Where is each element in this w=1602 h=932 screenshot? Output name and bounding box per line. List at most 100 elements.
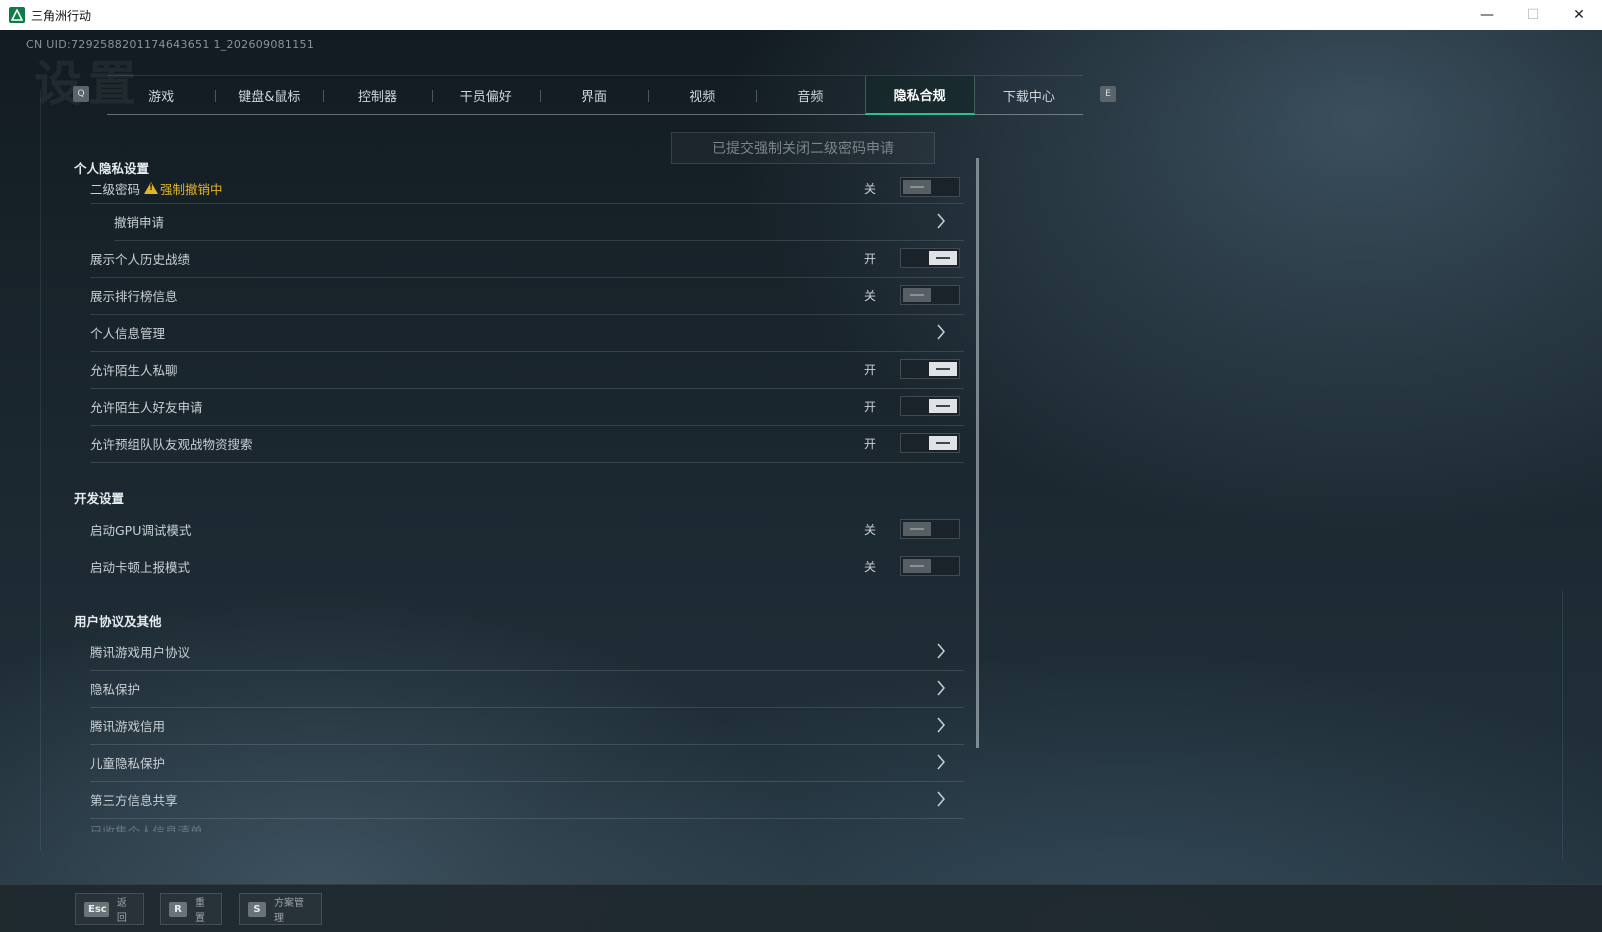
maximize-button[interactable]: ☐ xyxy=(1510,0,1556,30)
bottom-bar: Esc 返回 R 重置 S 方案管理 xyxy=(0,884,1602,932)
tab-label: 音频 xyxy=(797,89,824,105)
tab-operator-preferences[interactable]: 干员偏好 xyxy=(431,76,540,114)
tab-next-key[interactable]: E xyxy=(1100,86,1116,102)
revoking-warning: 强制撤销中 xyxy=(144,179,223,198)
tab-privacy-compliance[interactable]: 隐私合规 xyxy=(864,76,975,115)
team-search-label: 允许预组队队友观战物资搜索 xyxy=(90,437,253,452)
row-user-agreement[interactable]: 腾讯游戏用户协议 xyxy=(90,633,964,671)
row-secondary-password[interactable]: 二级密码 强制撤销中 关 xyxy=(90,173,964,204)
tab-label: 隐私合规 xyxy=(893,89,946,104)
scheme-management-label: 方案管理 xyxy=(274,898,304,924)
row-game-credit[interactable]: 腾讯游戏信用 xyxy=(90,707,964,745)
decorative-line xyxy=(1562,590,1563,860)
row-show-history[interactable]: 展示个人历史战绩 开 xyxy=(90,240,964,278)
window-title: 三角洲行动 xyxy=(31,8,92,23)
revoke-request-label: 撤销申请 xyxy=(114,215,165,230)
back-button[interactable]: Esc 返回 xyxy=(75,893,144,925)
stutter-report-label: 启动卡顿上报模式 xyxy=(90,560,191,575)
tab-game[interactable]: 游戏 xyxy=(107,76,215,114)
agreement-label: 已收集个人信息清单 xyxy=(90,824,203,832)
chevron-right-icon xyxy=(937,717,945,733)
row-gpu-debug[interactable]: 启动GPU调试模式 关 xyxy=(90,511,964,548)
chevron-right-icon xyxy=(937,754,945,770)
toggle-state-label: 开 xyxy=(863,363,876,377)
gpu-debug-toggle[interactable] xyxy=(900,519,960,539)
row-show-ranking[interactable]: 展示排行榜信息 关 xyxy=(90,277,964,315)
row-third-party-sharing[interactable]: 第三方信息共享 xyxy=(90,781,964,819)
reset-button[interactable]: R 重置 xyxy=(160,893,222,925)
agreement-label: 腾讯游戏信用 xyxy=(90,719,166,734)
tab-video[interactable]: 视频 xyxy=(648,76,756,114)
section-title-agreements: 用户协议及其他 xyxy=(74,614,162,629)
tab-label: 界面 xyxy=(580,89,607,105)
show-ranking-label: 展示排行榜信息 xyxy=(90,289,178,304)
tab-label: 下载中心 xyxy=(1002,89,1055,105)
stranger-friend-toggle[interactable] xyxy=(900,396,960,416)
warning-text: 强制撤销中 xyxy=(160,181,223,197)
tab-controller[interactable]: 控制器 xyxy=(323,76,431,114)
r-key-icon: R xyxy=(169,901,187,917)
stranger-friend-label: 允许陌生人好友申请 xyxy=(90,400,203,415)
gpu-debug-label: 启动GPU调试模式 xyxy=(90,523,192,538)
stranger-chat-toggle[interactable] xyxy=(900,359,960,379)
row-personal-info[interactable]: 个人信息管理 xyxy=(90,314,964,352)
toggle-state-label: 开 xyxy=(863,437,876,451)
toggle-state-label: 关 xyxy=(863,560,876,574)
show-ranking-toggle[interactable] xyxy=(900,285,960,305)
tab-download-center[interactable]: 下载中心 xyxy=(975,76,1083,114)
agreement-label: 隐私保护 xyxy=(90,682,141,697)
section-title-dev: 开发设置 xyxy=(74,491,125,506)
chevron-right-icon xyxy=(937,324,945,340)
show-history-toggle[interactable] xyxy=(900,248,960,268)
toggle-state-label: 关 xyxy=(863,289,876,303)
back-label: 返回 xyxy=(116,898,127,924)
row-revoke-request[interactable]: 撤销申请 xyxy=(114,203,964,241)
tab-prev-key[interactable]: Q xyxy=(73,86,89,102)
stranger-chat-label: 允许陌生人私聊 xyxy=(90,363,178,378)
stutter-report-toggle[interactable] xyxy=(900,556,960,576)
chevron-right-icon xyxy=(937,213,945,229)
row-team-search[interactable]: 允许预组队队友观战物资搜索 开 xyxy=(90,425,964,463)
row-stranger-friend[interactable]: 允许陌生人好友申请 开 xyxy=(90,388,964,426)
tab-label: 干员偏好 xyxy=(459,89,512,105)
minimize-button[interactable]: — xyxy=(1464,0,1510,30)
title-bar: 三角洲行动 — ☐ ✕ xyxy=(0,0,1602,31)
chevron-right-icon xyxy=(937,791,945,807)
tab-keyboard-mouse[interactable]: 键盘&鼠标 xyxy=(215,76,323,114)
team-search-toggle[interactable] xyxy=(900,433,960,453)
toggle-state-label: 开 xyxy=(863,252,876,266)
secondary-password-label: 二级密码 xyxy=(90,181,141,197)
tab-audio[interactable]: 音频 xyxy=(756,76,864,114)
row-label: 二级密码 强制撤销中 xyxy=(90,179,223,198)
scheme-management-button[interactable]: S 方案管理 xyxy=(239,893,322,925)
row-collected-info[interactable]: 已收集个人信息清单 xyxy=(90,818,964,832)
tab-label: 控制器 xyxy=(358,89,398,105)
row-stranger-chat[interactable]: 允许陌生人私聊 开 xyxy=(90,351,964,389)
esc-key-icon: Esc xyxy=(84,901,109,917)
decorative-line xyxy=(40,90,41,850)
agreement-label: 腾讯游戏用户协议 xyxy=(90,645,191,660)
s-key-icon: S xyxy=(248,901,266,917)
chevron-right-icon xyxy=(937,643,945,659)
row-privacy-protection[interactable]: 隐私保护 xyxy=(90,670,964,708)
scrollbar[interactable] xyxy=(976,158,979,748)
close-button[interactable]: ✕ xyxy=(1556,0,1602,30)
toggle-state-label: 开 xyxy=(863,400,876,414)
tab-interface[interactable]: 界面 xyxy=(539,76,648,114)
uid-text: CN UID:7292588201174643651 1_20260908115… xyxy=(26,38,315,51)
warning-icon xyxy=(144,182,159,194)
toggle-state-label: 关 xyxy=(863,181,876,196)
chevron-right-icon xyxy=(937,680,945,696)
tab-label: 游戏 xyxy=(148,89,175,105)
tab-label: 视频 xyxy=(689,89,716,105)
agreement-label: 儿童隐私保护 xyxy=(90,756,166,771)
agreement-label: 第三方信息共享 xyxy=(90,793,178,808)
row-child-privacy[interactable]: 儿童隐私保护 xyxy=(90,744,964,782)
row-stutter-report[interactable]: 启动卡顿上报模式 关 xyxy=(90,548,964,585)
show-history-label: 展示个人历史战绩 xyxy=(90,252,191,267)
secondary-password-toggle[interactable] xyxy=(900,177,960,197)
personal-info-label: 个人信息管理 xyxy=(90,326,166,341)
toggle-state-label: 关 xyxy=(863,523,876,537)
notice-banner: 已提交强制关闭二级密码申请 xyxy=(671,132,935,164)
app-logo-icon xyxy=(9,7,25,23)
